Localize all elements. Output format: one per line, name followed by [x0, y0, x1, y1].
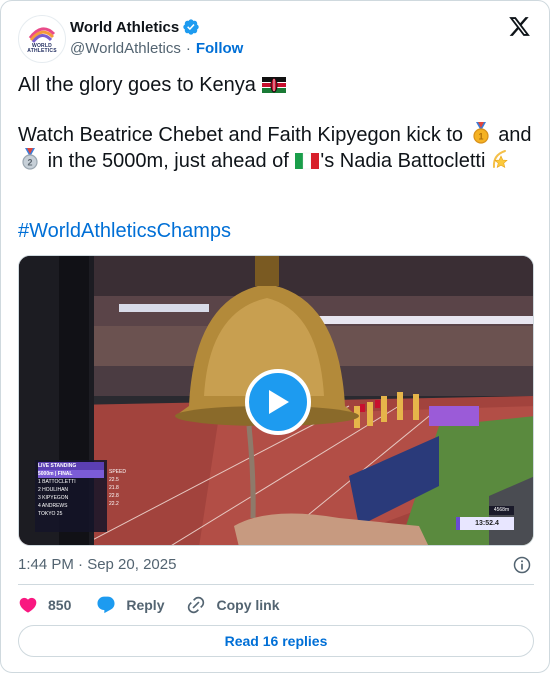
tweet-timestamp[interactable]: 1:44 PM · Sep 20, 2025 — [18, 556, 176, 573]
speed-value: 22.2 — [109, 501, 119, 507]
tweet-para2-part3: in the 5000m, just ahead of — [47, 150, 289, 172]
info-icon[interactable] — [512, 555, 532, 575]
play-icon — [269, 390, 289, 414]
live-standings-board: LIVE STANDING 5000m | FINAL 1 BATTOCLETT… — [35, 460, 107, 532]
heart-icon — [19, 597, 37, 613]
like-count: 850 — [48, 597, 72, 613]
dizzy-star-icon — [492, 150, 508, 169]
author-display-name[interactable]: World Athletics — [70, 19, 179, 36]
board-row: 4 ANDREWS — [38, 503, 68, 509]
speed-value: 22.8 — [109, 493, 119, 499]
tweet-actions: 850 Reply Copy link — [18, 595, 280, 615]
avatar[interactable]: WORLD ATHLETICS — [18, 15, 66, 63]
tweet-paragraph-2: Watch Beatrice Chebet and Faith Kipyegon… — [18, 121, 534, 173]
silver-medal-icon: 2 — [22, 148, 38, 170]
tweet-card: WORLD ATHLETICS World Athletics @WorldAt… — [0, 0, 550, 673]
play-button[interactable] — [245, 369, 311, 435]
hashtag-link[interactable]: #WorldAthleticsChamps — [18, 219, 231, 243]
avatar-text-line2: ATHLETICS — [27, 48, 57, 54]
kenya-flag-icon — [262, 77, 287, 93]
board-event: 5000m | FINAL — [38, 470, 104, 478]
svg-text:1: 1 — [478, 132, 483, 142]
speed-value: 21.8 — [109, 485, 119, 491]
tweet-para2-part1: Watch Beatrice Chebet and Faith Kipyegon… — [18, 124, 464, 146]
author-handle[interactable]: @WorldAthletics — [70, 40, 181, 57]
author-handle-row: @WorldAthletics · Follow — [70, 40, 243, 57]
copy-link-label: Copy link — [216, 597, 280, 613]
board-title: LIVE STANDING — [38, 462, 104, 470]
tweet-line-1: All the glory goes to Kenya — [18, 73, 287, 97]
reply-label: Reply — [126, 597, 165, 613]
read-replies-button[interactable]: Read 16 replies — [18, 625, 534, 657]
reply-icon — [97, 596, 115, 614]
follow-button[interactable]: Follow — [196, 40, 244, 57]
race-distance: 4568m — [489, 506, 514, 515]
video-media[interactable]: LIVE STANDING 5000m | FINAL 1 BATTOCLETT… — [18, 255, 534, 546]
board-footer: TOKYO 25 — [38, 511, 63, 517]
speed-value: 22.5 — [109, 477, 119, 483]
race-timer: 13:52.4 — [456, 517, 514, 530]
tweet-line-1-text: All the glory goes to Kenya — [18, 74, 256, 96]
gold-medal-icon: 1 — [473, 122, 489, 144]
board-row: 3 KIPYEGON — [38, 495, 69, 501]
like-button[interactable]: 850 — [18, 595, 71, 615]
italy-flag-icon — [295, 152, 320, 170]
link-icon — [188, 596, 205, 614]
board-row: 2 HOULIHAN — [38, 487, 69, 493]
speed-column: SPEED 22.5 21.8 22.8 22.2 — [109, 468, 129, 522]
board-row: 1 BATTOCLETTI — [38, 479, 76, 485]
tweet-para2-part2: and — [498, 124, 532, 146]
world-athletics-logo-icon — [28, 27, 56, 43]
speed-header: SPEED — [109, 469, 126, 475]
x-logo-icon[interactable] — [508, 15, 531, 38]
author-name-row: World Athletics — [70, 18, 200, 36]
separator-dot: · — [185, 40, 191, 57]
verified-badge-icon — [183, 19, 199, 35]
divider — [18, 584, 534, 585]
reply-button[interactable]: Reply — [96, 595, 164, 615]
svg-text:2: 2 — [27, 158, 32, 168]
copy-link-button[interactable]: Copy link — [186, 595, 280, 615]
tweet-para2-part4: 's Nadia Battocletti — [320, 150, 486, 172]
